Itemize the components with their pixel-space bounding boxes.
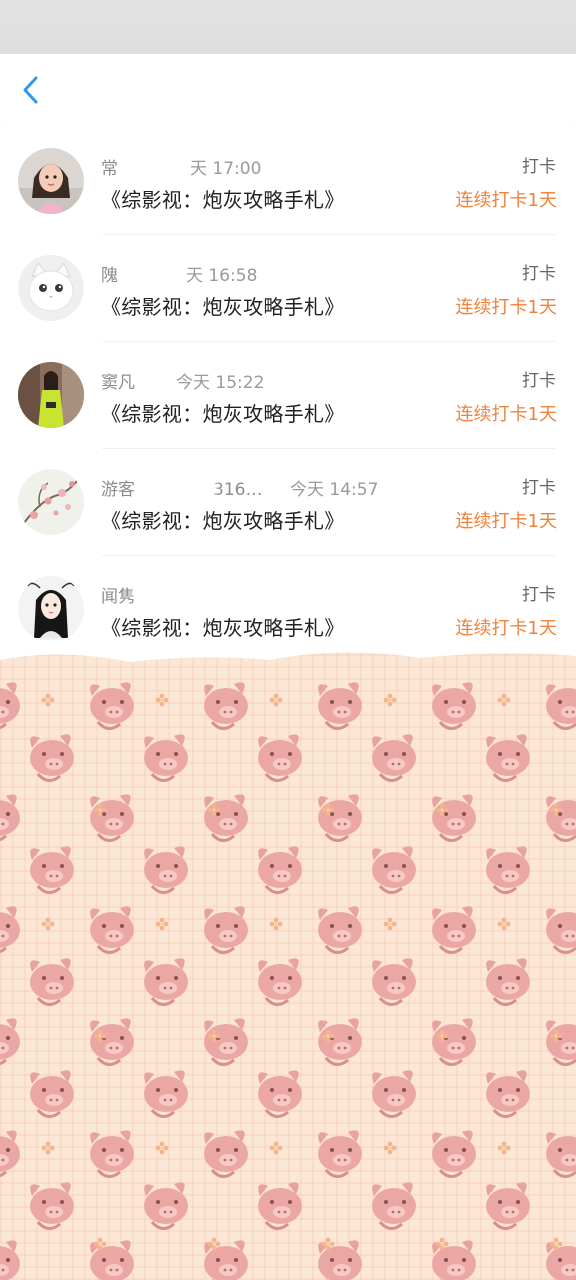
activity-type: 打卡 — [522, 371, 556, 391]
wallpaper-background — [0, 640, 576, 1280]
avatar[interactable] — [18, 469, 84, 535]
book-title[interactable]: 《综影视：炮灰攻略手札》 — [101, 612, 345, 641]
redaction-blur — [120, 261, 188, 283]
activity-type: 打卡 — [522, 585, 556, 605]
avatar[interactable] — [18, 255, 84, 321]
avatar[interactable] — [18, 362, 84, 428]
user-name[interactable]: 闻隽 — [101, 582, 135, 607]
book-title[interactable]: 《综影视：炮灰攻略手札》 — [101, 398, 345, 427]
girl-photo-avatar-icon — [18, 148, 84, 214]
redaction-blur — [140, 582, 260, 604]
list-item[interactable]: 常 天 17:00 《综影视：炮灰攻略手札》 打卡 连续打卡1天 — [0, 128, 576, 235]
white-cat-avatar-icon — [18, 255, 84, 321]
streak-badge: 连续打卡1天 — [455, 511, 557, 532]
pink-pig-plaid-icon — [0, 640, 576, 1280]
streak-badge: 连续打卡1天 — [455, 618, 557, 639]
book-title[interactable]: 《综影视：炮灰攻略手札》 — [101, 291, 345, 320]
timestamp: 天 16:58 — [186, 266, 258, 286]
redaction-blur — [140, 368, 174, 390]
activity-type: 打卡 — [522, 478, 556, 498]
streak-badge: 连续打卡1天 — [455, 190, 557, 211]
book-title[interactable]: 《综影视：炮灰攻略手札》 — [101, 505, 345, 534]
user-name[interactable]: 隗 — [101, 261, 118, 286]
avatar[interactable] — [18, 576, 84, 642]
user-name-suffix: 316… — [213, 480, 263, 500]
redaction-blur — [138, 475, 216, 497]
timestamp: 天 17:00 — [190, 159, 262, 179]
green-dress-photo-avatar-icon — [18, 362, 84, 428]
avatar[interactable] — [18, 148, 84, 214]
user-name[interactable]: 常 — [101, 154, 118, 179]
nav-bar — [0, 54, 576, 128]
list-item[interactable]: 游客 316… 今天 14:57 《综影视：炮灰攻略手札》 打卡 连续打卡1天 — [0, 449, 576, 556]
timestamp: 今天 15:22 — [176, 373, 265, 393]
chevron-left-icon — [23, 76, 38, 104]
checkin-list: 常 天 17:00 《综影视：炮灰攻略手札》 打卡 连续打卡1天 隗 天 16:… — [0, 128, 576, 668]
back-button[interactable] — [14, 72, 50, 108]
list-item[interactable]: 隗 天 16:58 《综影视：炮灰攻略手札》 打卡 连续打卡1天 — [0, 235, 576, 342]
list-item[interactable]: 窦凡 今天 15:22 《综影视：炮灰攻略手札》 打卡 连续打卡1天 — [0, 342, 576, 449]
plum-blossom-avatar-icon — [18, 469, 84, 535]
timestamp: 今天 14:57 — [290, 480, 379, 500]
streak-badge: 连续打卡1天 — [455, 297, 557, 318]
user-name[interactable]: 窦凡 — [101, 368, 135, 393]
book-title[interactable]: 《综影视：炮灰攻略手札》 — [101, 184, 345, 213]
user-name-prefix: 游客 — [101, 480, 135, 500]
status-bar — [0, 0, 576, 54]
illustrated-girl-avatar-icon — [18, 576, 84, 642]
activity-type: 打卡 — [522, 264, 556, 284]
activity-type: 打卡 — [522, 157, 556, 177]
streak-badge: 连续打卡1天 — [455, 404, 557, 425]
